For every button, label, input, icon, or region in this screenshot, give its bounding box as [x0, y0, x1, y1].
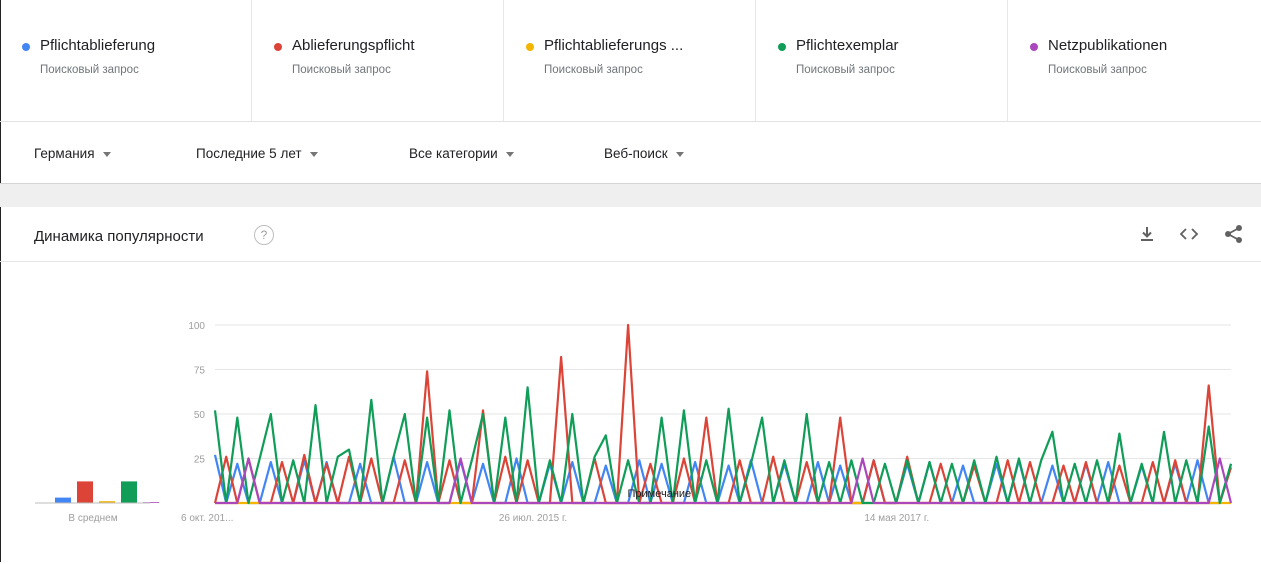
x-tick-label: 26 июл. 2015 г.	[499, 513, 567, 524]
x-tick-label: 14 мая 2017 г.	[864, 513, 929, 524]
chart-annotation: Примечание	[627, 488, 691, 500]
trend-chart: 25 50 75 100 6 окт. 201... 26 июл. 2015 г. 14 …	[35, 321, 1233, 524]
y-tick-label: 75	[194, 366, 206, 377]
average-label: В среднем	[68, 513, 117, 524]
average-bar	[77, 481, 93, 503]
average-bar	[121, 481, 137, 503]
x-tick-label: 6 окт. 201...	[181, 513, 233, 524]
average-bar	[55, 497, 71, 503]
y-tick-label: 50	[194, 410, 206, 421]
y-tick-label: 100	[188, 321, 205, 332]
y-tick-label: 25	[194, 455, 206, 466]
